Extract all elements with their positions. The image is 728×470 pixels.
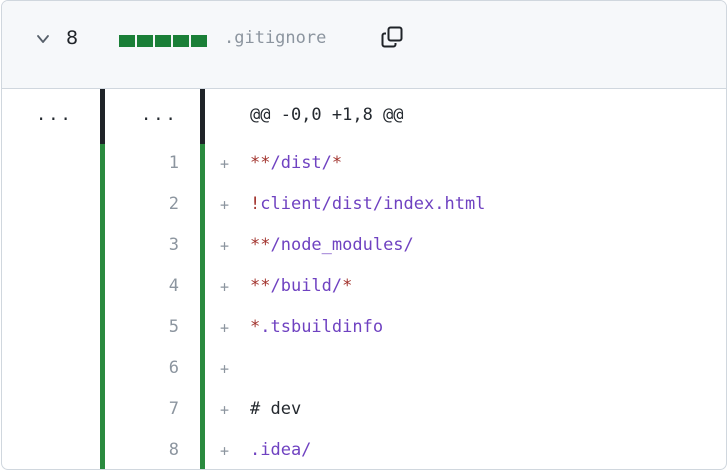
code-token: *: [331, 153, 343, 173]
line-number[interactable]: 7: [107, 399, 179, 419]
diffstat-block-added: [191, 35, 207, 47]
added-sign: +: [220, 278, 230, 296]
code-line: .idea/: [250, 440, 311, 460]
code-token: /dist/: [270, 153, 332, 173]
code-token: !: [250, 194, 261, 214]
file-name[interactable]: .gitignore: [224, 28, 326, 48]
diff-line: 3 + **/node_modules/: [2, 226, 726, 267]
code-token: /node_modules/: [270, 235, 414, 255]
code-token: **: [250, 276, 271, 296]
added-sign: +: [220, 360, 230, 378]
diff-line: 2 + !client/dist/index.html: [2, 185, 726, 226]
added-sign: +: [220, 155, 230, 173]
diff-line: 7 + # dev: [2, 390, 726, 431]
gutter-divider-old: [100, 89, 105, 144]
code-line: **/build/*: [250, 276, 352, 296]
line-number[interactable]: 3: [107, 235, 179, 255]
diff-line: 5 + *.tsbuildinfo: [2, 308, 726, 349]
line-number[interactable]: 4: [107, 276, 179, 296]
diff-file-panel: 8 .gitignore ... ... @@ -0,0 +1,8 @@ 1 + *…: [1, 0, 727, 470]
added-sign: +: [220, 319, 230, 337]
code-line: **/dist/*: [250, 153, 342, 173]
diff-line: 4 + **/build/*: [2, 267, 726, 308]
chevron-down-icon[interactable]: [36, 32, 50, 46]
code-token: .idea/: [250, 440, 312, 460]
expand-old-lines[interactable]: ...: [36, 105, 73, 125]
line-number[interactable]: 1: [107, 153, 179, 173]
line-number[interactable]: 2: [107, 194, 179, 214]
diffstat-block-added: [155, 35, 171, 47]
code-line: # dev: [250, 399, 301, 419]
code-token: # dev: [250, 399, 302, 419]
code-token: client/dist/index.html: [260, 194, 486, 214]
code-token: **: [250, 153, 271, 173]
diffstat-block-added: [173, 35, 189, 47]
line-number[interactable]: 8: [107, 440, 179, 460]
diff-line: 6 +: [2, 349, 726, 390]
added-sign: +: [220, 196, 230, 214]
code-line: !client/dist/index.html: [250, 194, 485, 214]
diffstat-block-added: [119, 35, 135, 47]
hunk-header: @@ -0,0 +1,8 @@: [250, 105, 404, 125]
expand-new-lines[interactable]: ...: [141, 105, 178, 125]
added-sign: +: [220, 237, 230, 255]
code-token: .tsbuildinfo: [260, 317, 384, 337]
file-header: 8 .gitignore: [2, 1, 726, 89]
code-line: *.tsbuildinfo: [250, 317, 383, 337]
changes-count: 8: [66, 27, 79, 49]
copy-icon[interactable]: [380, 25, 404, 49]
diff-line: 8 + .idea/: [2, 431, 726, 469]
added-sign: +: [220, 442, 230, 460]
diffstat-block-added: [137, 35, 153, 47]
code-token: *: [250, 317, 261, 337]
diffstat-blocks: [119, 35, 207, 47]
gutter-divider-new: [200, 89, 205, 144]
code-line: **/node_modules/: [250, 235, 414, 255]
code-token: **: [250, 235, 271, 255]
code-token: *: [342, 276, 353, 296]
added-sign: +: [220, 401, 230, 419]
code-token: /build/: [270, 276, 343, 296]
line-number[interactable]: 5: [107, 317, 179, 337]
line-number[interactable]: 6: [107, 358, 179, 378]
diff-line: 1 + **/dist/*: [2, 144, 726, 185]
